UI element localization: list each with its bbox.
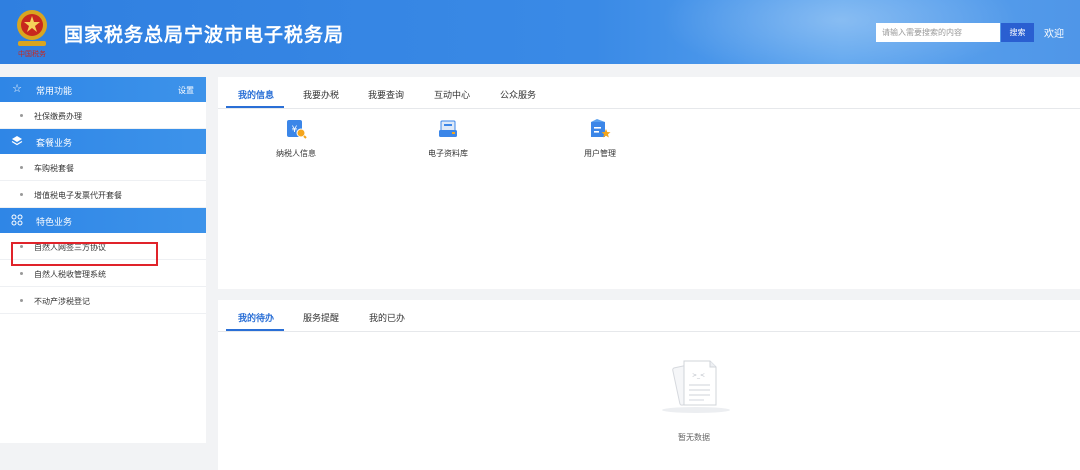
- tab-my-todo[interactable]: 我的待办: [238, 311, 274, 324]
- tax-emblem-icon: 中国税务: [17, 10, 47, 58]
- app-label: 用户管理: [584, 149, 616, 158]
- app-label: 电子资料库: [428, 149, 468, 158]
- empty-state-text: 暂无数据: [678, 433, 710, 442]
- stack-icon: [11, 136, 23, 146]
- tab-do-tax[interactable]: 我要办税: [303, 88, 339, 101]
- bullet-icon: [20, 299, 23, 302]
- app-label: 纳税人信息: [276, 149, 316, 158]
- bullet-icon: [20, 272, 23, 275]
- section-title: 常用功能: [36, 87, 73, 97]
- tab-bar: 我的信息 我要办税 我要查询 互动中心 公众服务: [218, 77, 1080, 109]
- active-tab-underline: [226, 106, 284, 108]
- search-button[interactable]: 搜索: [1001, 23, 1034, 42]
- section-title: 特色业务: [36, 218, 73, 228]
- tab-done[interactable]: 我的已办: [369, 311, 405, 324]
- e-archive-icon: [439, 120, 457, 137]
- todo-panel: 我的待办 服务提醒 我的已办 >_< 暂无数据: [218, 300, 1080, 470]
- sidebar-section-special[interactable]: 特色业务: [0, 208, 206, 233]
- sidebar-item-vehicle-tax[interactable]: 车购税套餐: [0, 154, 206, 181]
- app-e-archive[interactable]: 电子资料库: [420, 118, 476, 159]
- tab-my-info[interactable]: 我的信息: [238, 88, 274, 101]
- item-label: 自然人税收管理系统: [34, 270, 106, 279]
- grid-icon: [11, 214, 23, 226]
- svg-text:中国税务: 中国税务: [18, 49, 46, 58]
- settings-link[interactable]: 设置: [178, 85, 194, 96]
- highlight-box: [11, 242, 158, 266]
- site-title: 国家税务总局宁波市电子税务局: [64, 24, 345, 46]
- bullet-icon: [20, 193, 23, 196]
- item-label: 不动产涉税登记: [34, 297, 90, 306]
- tab-bar: 我的待办 服务提醒 我的已办: [218, 300, 1080, 332]
- user-manage-icon: [591, 119, 611, 138]
- sidebar-item-vat-invoice[interactable]: 增值税电子发票代开套餐: [0, 181, 206, 208]
- sidebar-item-social-security[interactable]: 社保缴费办理: [0, 102, 206, 129]
- tab-public-service[interactable]: 公众服务: [500, 88, 536, 101]
- sidebar-item-real-estate[interactable]: 不动产涉税登记: [0, 287, 206, 314]
- my-info-panel: 我的信息 我要办税 我要查询 互动中心 公众服务 ¥ 纳税人信息 电子资料库 用…: [218, 77, 1080, 289]
- tab-interaction[interactable]: 互动中心: [434, 88, 470, 101]
- item-label: 车购税套餐: [34, 164, 74, 173]
- app-taxpayer-info[interactable]: ¥ 纳税人信息: [268, 118, 324, 159]
- taxpayer-info-icon: ¥: [287, 120, 307, 139]
- empty-state-icon: >_<: [662, 360, 730, 413]
- svg-text:>_<: >_<: [692, 372, 705, 379]
- sidebar-section-common[interactable]: ☆ 常用功能 设置: [0, 77, 206, 102]
- welcome-text: 欢迎: [1044, 29, 1064, 40]
- section-title: 套餐业务: [36, 139, 73, 149]
- bullet-icon: [20, 166, 23, 169]
- active-tab-underline: [226, 329, 284, 331]
- app-user-manage[interactable]: 用户管理: [576, 118, 624, 159]
- sidebar-section-package[interactable]: 套餐业务: [0, 129, 206, 154]
- tab-service-reminder[interactable]: 服务提醒: [303, 311, 339, 324]
- tab-query[interactable]: 我要查询: [368, 88, 404, 101]
- search-input[interactable]: 请输入需要搜索的内容: [876, 23, 1000, 42]
- item-label: 增值税电子发票代开套餐: [34, 191, 122, 200]
- star-icon: ☆: [12, 82, 22, 95]
- item-label: 社保缴费办理: [34, 112, 82, 121]
- bullet-icon: [20, 114, 23, 117]
